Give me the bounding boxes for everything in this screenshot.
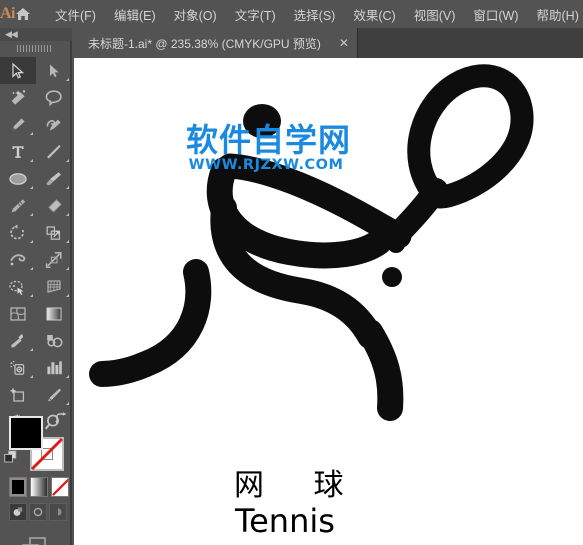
paintbrush-tool[interactable] <box>36 165 72 192</box>
column-graph-tool[interactable] <box>36 354 72 381</box>
document-tab-bar: 未标题-1.ai* @ 235.38% (CMYK/GPU 预览) ✕ <box>74 28 583 58</box>
eyedropper-tool[interactable] <box>0 327 36 354</box>
menu-item-edit[interactable]: 编辑(E) <box>105 1 165 28</box>
tool-flyout-indicator <box>30 159 33 162</box>
slice-tool[interactable] <box>36 381 72 408</box>
menu-item-list: 文件(F) 编辑(E) 对象(O) 文字(T) 选择(S) 效果(C) 视图(V… <box>46 1 583 28</box>
tool-flyout-indicator <box>66 186 69 189</box>
tool-flyout-indicator <box>30 186 33 189</box>
scale-tool[interactable] <box>36 219 72 246</box>
fill-mode-buttons <box>9 477 72 497</box>
draw-inside-icon <box>58 508 62 516</box>
close-icon[interactable]: ✕ <box>337 37 351 49</box>
menu-item-window[interactable]: 窗口(W) <box>464 1 527 28</box>
symbol-sprayer-tool[interactable] <box>0 354 36 381</box>
default-fill-stroke-icon[interactable] <box>4 450 18 464</box>
rotate-tool[interactable] <box>0 219 36 246</box>
perspective-grid-tool[interactable] <box>36 273 72 300</box>
draw-mode-buttons <box>9 503 72 521</box>
tools-panel: ◀◀ <box>0 28 72 545</box>
tool-flyout-indicator <box>66 159 69 162</box>
tool-flyout-indicator <box>66 294 69 297</box>
illustrator-window: Ai 文件(F) 编辑(E) 对象(O) 文字(T) 选择(S) 效果(C) 视… <box>0 0 583 545</box>
tool-flyout-indicator <box>30 213 33 216</box>
change-screen-mode-button[interactable] <box>0 535 72 545</box>
app-logo-icon: Ai <box>0 5 16 22</box>
none-mode-button[interactable] <box>51 477 69 497</box>
tennis-ball <box>382 267 402 287</box>
artwork-label-english: Tennis <box>235 502 335 540</box>
tool-flyout-indicator <box>30 240 33 243</box>
racket-head <box>407 64 534 209</box>
tool-flyout-indicator <box>30 348 33 351</box>
menu-item-help[interactable]: 帮助(H) <box>528 1 583 28</box>
artboard-canvas[interactable]: 软件自学网 WWW.RJZXW.COM 网 球 Tennis <box>74 58 583 545</box>
tool-flyout-indicator <box>66 78 69 81</box>
free-transform-tool[interactable] <box>36 246 72 273</box>
mesh-tool[interactable] <box>0 300 36 327</box>
draw-normal-icon <box>13 507 23 516</box>
tool-flyout-indicator <box>30 294 33 297</box>
fill-stroke-controls <box>0 410 72 472</box>
line-segment-tool[interactable] <box>36 138 72 165</box>
document-tab-title: 未标题-1.ai* @ 235.38% (CMYK/GPU 预览) <box>88 36 321 51</box>
swap-fill-stroke-icon[interactable] <box>54 412 68 426</box>
tool-flyout-indicator <box>66 240 69 243</box>
menu-item-view[interactable]: 视图(V) <box>405 1 465 28</box>
gradient-tool[interactable] <box>36 300 72 327</box>
type-tool[interactable] <box>0 138 36 165</box>
home-icon[interactable] <box>15 0 31 28</box>
draw-normal-button[interactable] <box>9 503 27 521</box>
tool-flyout-indicator <box>66 267 69 270</box>
menu-item-object[interactable]: 对象(O) <box>165 1 226 28</box>
curvature-tool[interactable] <box>36 111 72 138</box>
menu-item-file[interactable]: 文件(F) <box>46 1 105 28</box>
tool-flyout-indicator <box>30 267 33 270</box>
menu-item-effect[interactable]: 效果(C) <box>344 1 404 28</box>
tool-flyout-indicator <box>66 402 69 405</box>
double-chevron-left-icon: ◀◀ <box>5 29 18 39</box>
shape-builder-tool[interactable] <box>0 273 36 300</box>
panel-drag-grip[interactable] <box>0 41 70 55</box>
artwork-label-chinese: 网 球 <box>234 468 364 503</box>
ellipse-tool[interactable] <box>0 165 36 192</box>
none-slash-small-icon <box>52 478 68 496</box>
tool-grid <box>0 57 70 435</box>
direct-selection-tool[interactable] <box>36 57 72 84</box>
tool-flyout-indicator <box>30 375 33 378</box>
draw-inside-button[interactable] <box>49 503 67 521</box>
figure-arm <box>217 153 412 249</box>
tool-flyout-indicator <box>30 132 33 135</box>
color-mode-button[interactable] <box>9 477 27 497</box>
lasso-tool[interactable] <box>36 84 72 111</box>
magic-wand-tool[interactable] <box>0 84 36 111</box>
eraser-tool[interactable] <box>36 192 72 219</box>
artboard-tool[interactable] <box>0 381 36 408</box>
drag-grip-icon <box>17 44 53 52</box>
width-tool[interactable] <box>0 246 36 273</box>
draw-behind-icon <box>33 507 43 517</box>
figure-front-leg <box>357 319 404 421</box>
shaper-tool[interactable] <box>0 192 36 219</box>
fill-swatch[interactable] <box>9 416 43 450</box>
racket-grip-knob <box>387 235 405 253</box>
color-controls <box>0 410 72 545</box>
menu-item-type[interactable]: 文字(T) <box>226 1 285 28</box>
blend-tool[interactable] <box>36 327 72 354</box>
gradient-mode-button[interactable] <box>30 477 48 497</box>
tool-flyout-indicator <box>66 213 69 216</box>
draw-behind-button[interactable] <box>29 503 47 521</box>
collapse-panel-button[interactable]: ◀◀ <box>0 28 72 41</box>
pen-tool[interactable] <box>0 111 36 138</box>
figure-back-leg <box>89 259 212 387</box>
figure-head <box>243 104 281 138</box>
menu-item-select[interactable]: 选择(S) <box>285 1 345 28</box>
document-tab[interactable]: 未标题-1.ai* @ 235.38% (CMYK/GPU 预览) ✕ <box>74 28 358 58</box>
change-screen-mode-icon <box>22 537 46 545</box>
selection-tool[interactable] <box>0 57 36 84</box>
tool-flyout-indicator <box>66 375 69 378</box>
menu-bar: Ai 文件(F) 编辑(E) 对象(O) 文字(T) 选择(S) 效果(C) 视… <box>0 0 583 28</box>
